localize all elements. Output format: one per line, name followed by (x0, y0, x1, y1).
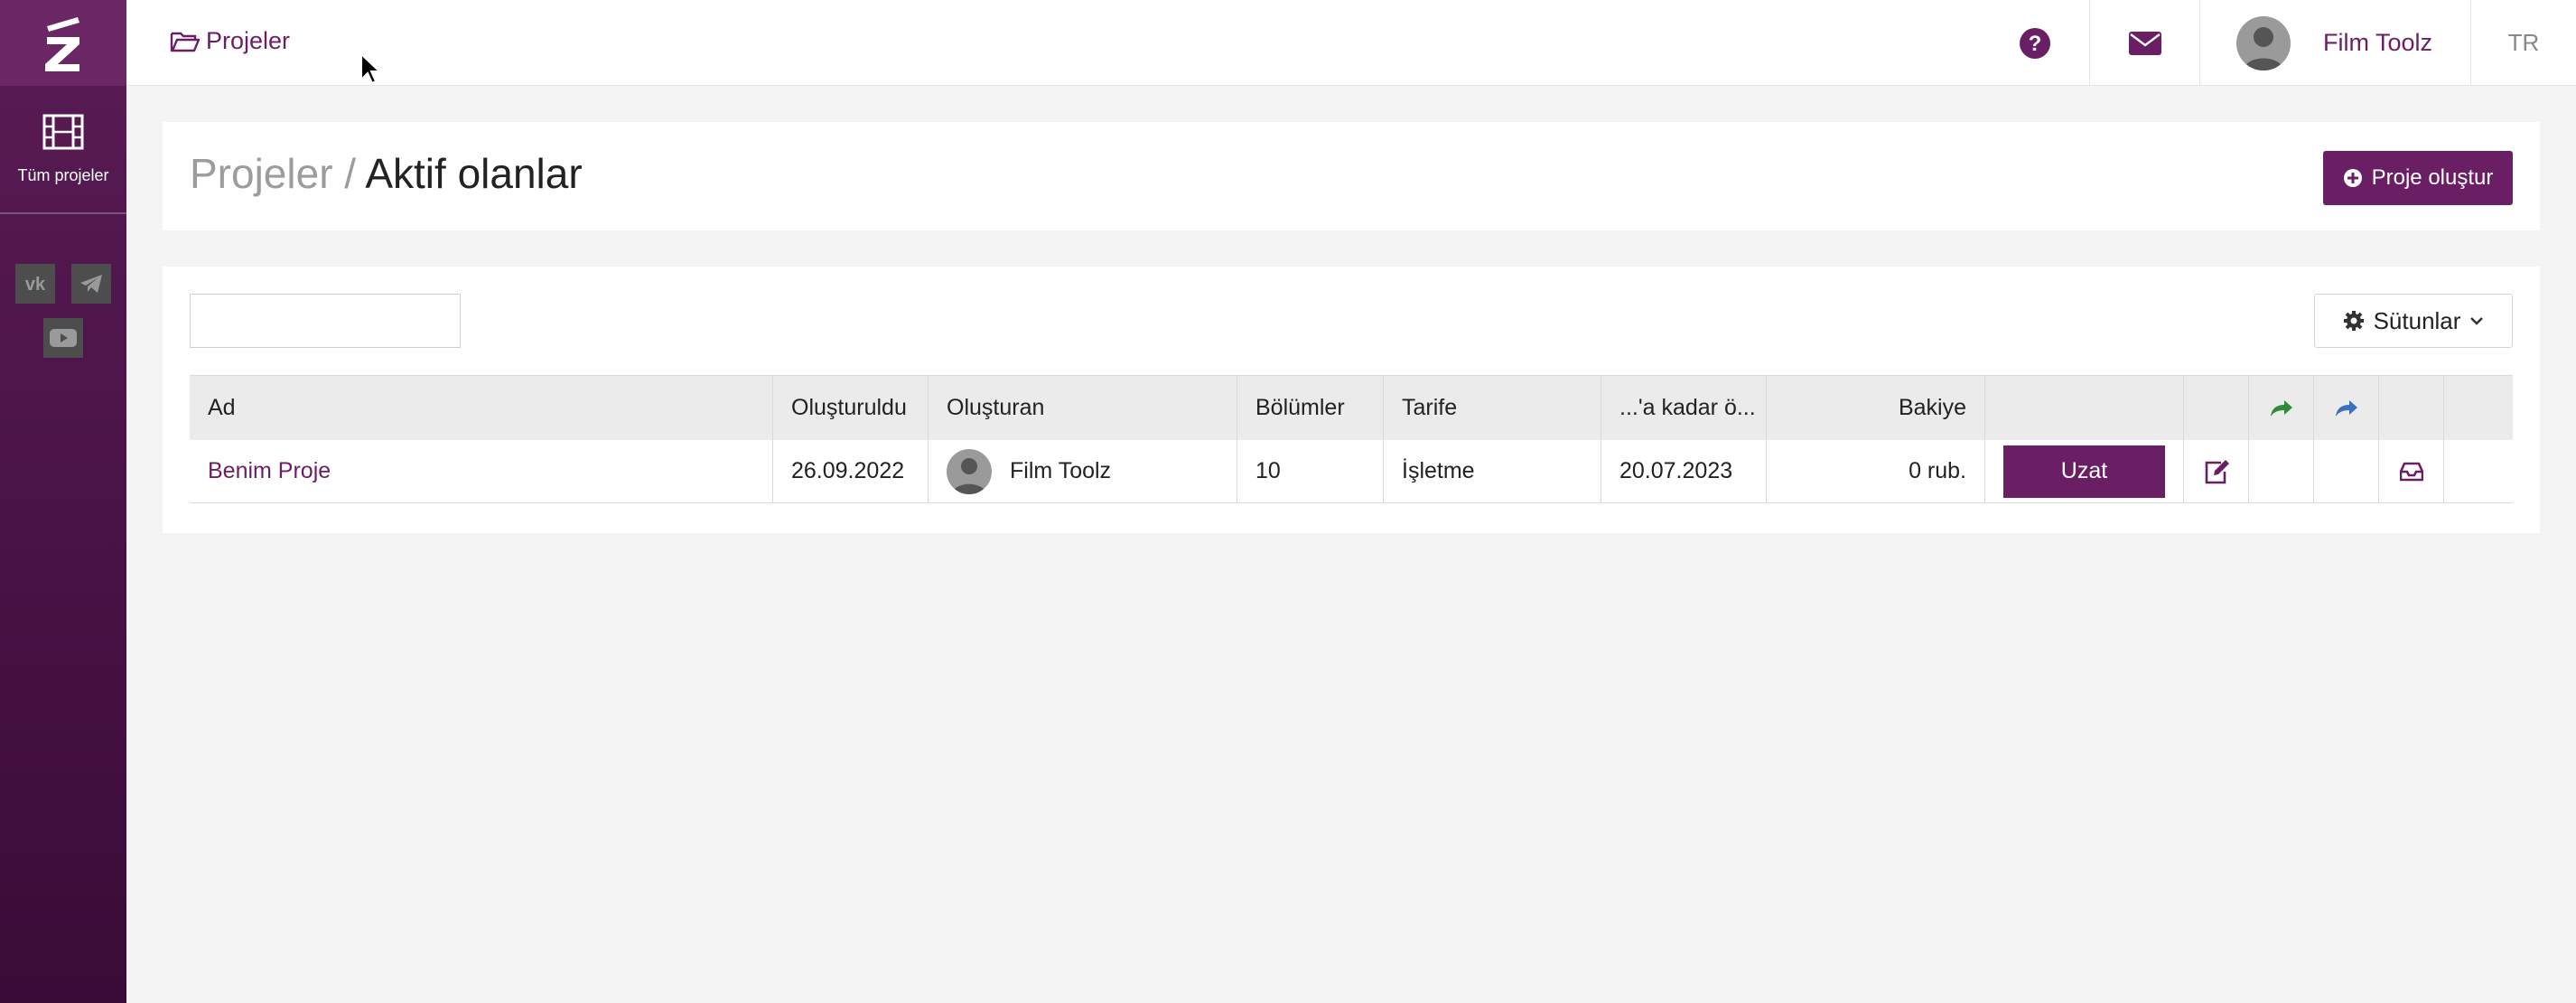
col-header-action (1985, 376, 2184, 440)
envelope-icon (2128, 31, 2161, 55)
columns-button-label: Sütunlar (2373, 306, 2461, 334)
table-row: Benim Proje 26.09.2022 Film Toolz 10 İşl… (190, 440, 2513, 503)
col-header-created[interactable]: Oluşturuldu (773, 376, 929, 440)
vk-link[interactable]: vk (15, 264, 55, 304)
archive-cell (2379, 440, 2444, 502)
sidebar-item-label: Tüm projeler (17, 165, 109, 184)
create-project-label: Proje oluştur (2371, 165, 2494, 190)
telegram-link[interactable] (71, 264, 111, 304)
youtube-icon (50, 329, 77, 347)
question-circle-icon: ? (2020, 27, 2050, 59)
logo[interactable] (0, 0, 126, 86)
folder-open-icon (170, 32, 201, 52)
edit-cell (2184, 440, 2249, 502)
search-field[interactable] (190, 294, 490, 348)
social-links: vk (0, 214, 126, 358)
sidebar-item-all-projects[interactable]: Tüm projeler (0, 86, 126, 212)
page-title-parent[interactable]: Projeler / (190, 150, 356, 197)
tariff-cell: İşletme (1384, 440, 1601, 502)
top-bar: Projeler ? Film Toolz TR (126, 0, 2576, 86)
page-header: Projeler / Aktif olanlar Proje oluştur (163, 122, 2540, 230)
z-clapper-logo-icon (45, 16, 79, 71)
projects-table: Ad Oluşturuldu Oluşturan Bölümler Tarife… (190, 375, 2513, 503)
youtube-link[interactable] (43, 318, 83, 358)
share-blue-cell (2314, 440, 2379, 502)
col-header-name[interactable]: Ad (190, 376, 773, 440)
project-name-cell: Benim Proje (190, 440, 773, 502)
share-green-icon (2270, 399, 2292, 417)
user-silhouette-icon (2244, 26, 2283, 70)
until-cell: 20.07.2023 (1601, 440, 1767, 502)
plus-circle-icon (2343, 169, 2362, 187)
action-cell: Uzat (1985, 440, 2184, 502)
chevron-down-icon (2470, 317, 2484, 325)
created-cell: 26.09.2022 (773, 440, 929, 502)
messages-button[interactable] (2089, 0, 2199, 86)
col-header-creator[interactable]: Oluşturan (929, 376, 1237, 440)
share-green-cell (2249, 440, 2314, 502)
telegram-icon (80, 275, 102, 293)
edit-icon[interactable] (2203, 459, 2230, 484)
breadcrumb-label: Projeler (206, 27, 291, 54)
col-header-share-green (2249, 376, 2314, 440)
user-menu[interactable]: Film Toolz (2199, 0, 2470, 86)
avatar (2236, 15, 2291, 70)
mouse-cursor-icon (360, 52, 381, 85)
breadcrumb[interactable]: Projeler (170, 27, 290, 55)
search-input[interactable] (210, 296, 490, 345)
col-header-balance[interactable]: Bakiye (1767, 376, 1985, 440)
svg-text:vk: vk (25, 275, 46, 293)
col-header-created-label: Oluşturuldu (791, 395, 907, 420)
film-icon (42, 114, 84, 149)
project-name-link[interactable]: Benim Proje (208, 458, 331, 484)
col-header-edit (2184, 376, 2249, 440)
user-name: Film Toolz (2323, 29, 2433, 56)
sidebar: Tüm projeler vk (0, 0, 126, 1003)
page-title: Projeler / Aktif olanlar (190, 149, 583, 198)
language-switch[interactable]: TR (2470, 0, 2576, 86)
episodes-cell: 10 (1237, 440, 1384, 502)
col-header-extra (2444, 376, 2507, 440)
vk-icon: vk (25, 275, 46, 293)
help-button[interactable]: ? (1981, 0, 2089, 86)
creator-avatar (947, 448, 992, 494)
projects-panel: Sütunlar Ad Oluşturuldu Oluşturan Bölüml… (163, 267, 2540, 533)
table-header: Ad Oluşturuldu Oluşturan Bölümler Tarife… (190, 375, 2513, 440)
inbox-icon[interactable] (2399, 462, 2423, 482)
extra-cell (2444, 440, 2507, 502)
columns-button[interactable]: Sütunlar (2314, 294, 2513, 348)
page-title-current: Aktif olanlar (365, 150, 583, 197)
creator-cell: Film Toolz (929, 440, 1237, 502)
creator-name: Film Toolz (1010, 458, 1112, 483)
col-header-share-blue (2314, 376, 2379, 440)
col-header-archive (2379, 376, 2444, 440)
col-header-until[interactable]: ...'a kadar ö... (1601, 376, 1767, 440)
gear-icon (2343, 311, 2364, 331)
col-header-episodes[interactable]: Bölümler (1237, 376, 1384, 440)
share-blue-icon (2335, 399, 2357, 417)
col-header-tariff[interactable]: Tarife (1384, 376, 1601, 440)
svg-text:?: ? (2029, 32, 2042, 56)
create-project-button[interactable]: Proje oluştur (2323, 151, 2513, 205)
balance-cell: 0 rub. (1767, 440, 1985, 502)
extend-button[interactable]: Uzat (2003, 445, 2165, 498)
user-silhouette-icon (952, 457, 986, 494)
